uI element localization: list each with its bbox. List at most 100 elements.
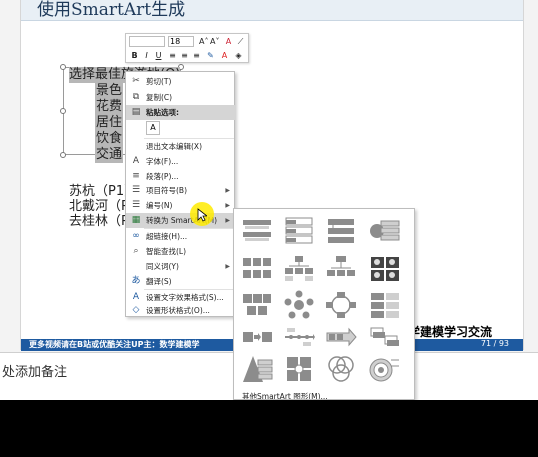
smartart-layout-hierarchy[interactable] xyxy=(282,253,314,283)
smartart-gallery: 其他SmartArt 图形(M)... xyxy=(233,208,415,400)
notes-placeholder[interactable]: 处添加备注 xyxy=(2,361,67,380)
underline-button[interactable]: U xyxy=(154,51,163,61)
smartart-layout-target-list[interactable] xyxy=(368,215,400,245)
shrink-font-button[interactable]: A˅ xyxy=(210,37,219,47)
paste-icon: ▤ xyxy=(131,107,141,117)
smartart-layout-process-arrows[interactable] xyxy=(324,321,357,351)
italic-button[interactable]: I xyxy=(142,51,151,61)
menu-item-translate[interactable]: あ 翻译(S) xyxy=(126,274,236,289)
menu-item-label: 退出文本编辑(X) xyxy=(146,142,202,151)
context-menu: ✂ 剪切(T) ⧉ 复制(C) ▤ 粘贴选项: A 退出文本编辑(X) A 字体… xyxy=(125,71,236,318)
slide-header-band: 使用SmartArt生成 xyxy=(21,0,523,21)
powerpoint-screen: 使用SmartArt生成 选择最佳旅游地(Q) 景色 花费 居住 饮食 交通 苏… xyxy=(0,0,538,400)
scissors-icon: ✂ xyxy=(132,76,140,86)
shape-format-icon: ◇ xyxy=(132,305,140,315)
menu-item-label: 粘贴选项: xyxy=(146,108,179,117)
align-left-icon[interactable]: ≡ xyxy=(168,51,177,61)
smartart-layout-stacked-list[interactable] xyxy=(368,289,400,319)
menu-item-label: 翻译(S) xyxy=(146,277,172,286)
clear-format-button[interactable]: A xyxy=(224,37,233,47)
menu-item-bullets[interactable]: ☰ 项目符号(B) ▶ xyxy=(126,183,236,198)
smartart-layout-basic-block[interactable] xyxy=(240,289,272,319)
slide-title: 使用SmartArt生成 xyxy=(37,0,186,20)
align-right-icon[interactable]: ≡ xyxy=(192,51,201,61)
menu-item-convert-smartart[interactable]: ▦ 转换为 SmartArt(M) ▶ xyxy=(126,213,236,228)
smartart-layout-timeline[interactable] xyxy=(282,321,315,351)
smartart-layout-matrix[interactable] xyxy=(282,353,314,383)
smartart-layout-basic-process[interactable] xyxy=(240,321,272,351)
cursor-arrow-icon xyxy=(197,208,207,222)
submenu-arrow-icon: ▶ xyxy=(225,187,230,194)
align-center-icon[interactable]: ≡ xyxy=(180,51,189,61)
more-smartart-graphics-link[interactable]: 其他SmartArt 图形(M)... xyxy=(242,391,328,399)
mini-toolbar: 18 A˄ A˅ A ⟋ B I U ≡ ≡ ≡ ✎ A ◈ xyxy=(125,33,249,63)
resize-handle[interactable] xyxy=(60,108,66,114)
menu-item-label: 复制(C) xyxy=(146,93,173,102)
format-painter-icon[interactable]: ⟋ xyxy=(236,37,245,47)
shape-style-icon[interactable]: ◈ xyxy=(234,51,243,61)
resize-handle[interactable] xyxy=(60,64,66,70)
smartart-layout-target[interactable] xyxy=(368,353,400,383)
smartart-layout-basic-cycle[interactable] xyxy=(324,289,356,319)
smartart-layout-org-chart[interactable] xyxy=(324,253,356,283)
submenu-arrow-icon: ▶ xyxy=(225,263,230,270)
menu-item-exit-text-edit[interactable]: 退出文本编辑(X) xyxy=(126,139,236,154)
menu-item-paragraph[interactable]: ≡ 段落(P)... xyxy=(126,169,236,184)
menu-item-numbering[interactable]: ☰ 编号(N) ▶ xyxy=(126,198,236,213)
menu-item-hyperlink[interactable]: ∞ 超链接(H)... xyxy=(126,229,236,244)
smartart-layout-pyramid-list[interactable] xyxy=(240,353,273,383)
submenu-arrow-icon: ▶ xyxy=(225,202,230,209)
list-item[interactable]: 交通 xyxy=(95,147,124,163)
smartart-layout-table-list[interactable] xyxy=(240,253,272,283)
font-color-button[interactable]: A xyxy=(220,51,229,61)
smartart-layout-vertical-bullet-list[interactable] xyxy=(240,215,272,245)
paragraph-icon: ≡ xyxy=(132,171,140,181)
bold-button[interactable]: B xyxy=(130,51,139,61)
menu-item-label: 字体(F)... xyxy=(146,157,179,166)
smartart-layout-accent-process[interactable] xyxy=(368,321,400,351)
footer-text: 更多视频请在B站或优酷关注UP主：数学建模学 xyxy=(29,340,200,349)
smartart-layout-venn[interactable] xyxy=(324,353,356,383)
list-item[interactable]: 饮食 xyxy=(95,131,124,147)
list-item[interactable]: 花费 xyxy=(95,99,124,115)
font-icon: A xyxy=(132,156,140,166)
menu-item-label: 剪切(T) xyxy=(146,77,172,86)
menu-item-label: 同义词(Y) xyxy=(146,262,179,271)
submenu-arrow-icon: ▶ xyxy=(225,217,230,224)
menu-item-paste-options: ▤ 粘贴选项: xyxy=(126,105,236,120)
menu-item-smart-lookup[interactable]: ⌕ 智能查找(L) xyxy=(126,244,236,259)
hyperlink-icon: ∞ xyxy=(132,231,140,241)
resize-handle[interactable] xyxy=(60,152,66,158)
copy-icon: ⧉ xyxy=(132,92,140,102)
smartart-layout-radial-cycle[interactable] xyxy=(282,289,314,319)
list-item[interactable]: 居住 xyxy=(95,115,124,131)
bullets-icon: ☰ xyxy=(131,185,141,195)
menu-item-synonyms[interactable]: 同义词(Y) ▶ xyxy=(126,259,236,274)
menu-item-label: 设置形状格式(O)... xyxy=(146,306,210,315)
smartart-layout-horizontal-bullet-list[interactable] xyxy=(324,215,356,245)
menu-item-label: 段落(P)... xyxy=(146,172,179,181)
numbering-icon: ☰ xyxy=(131,200,141,210)
body-text-line: 去桂林（P xyxy=(69,214,129,229)
font-name-box[interactable] xyxy=(129,36,165,47)
grow-font-button[interactable]: A˄ xyxy=(199,37,208,47)
paste-keep-text-icon[interactable]: A xyxy=(146,121,160,135)
smartart-icon: ▦ xyxy=(131,215,141,225)
translate-icon: あ xyxy=(131,276,141,286)
list-item[interactable]: 景色 xyxy=(95,83,124,99)
smartart-layout-vertical-box-list[interactable] xyxy=(282,215,314,245)
menu-item-label: 超链接(H)... xyxy=(146,232,188,241)
smart-lookup-icon: ⌕ xyxy=(133,246,139,256)
highlight-icon[interactable]: ✎ xyxy=(206,51,215,61)
font-size-box[interactable]: 18 xyxy=(168,36,194,47)
menu-item-label: 项目符号(B) xyxy=(146,186,187,195)
menu-item-label: 编号(N) xyxy=(146,201,173,210)
menu-item-font[interactable]: A 字体(F)... xyxy=(126,154,236,169)
menu-item-shape-format[interactable]: ◇ 设置形状格式(O)... xyxy=(126,303,236,318)
menu-item-copy[interactable]: ⧉ 复制(C) xyxy=(126,90,236,105)
menu-item-cut[interactable]: ✂ 剪切(T) xyxy=(126,74,236,89)
smartart-layout-picture-grid[interactable] xyxy=(368,253,400,283)
menu-item-label: 智能查找(L) xyxy=(146,247,187,256)
page-number: 71 / 93 xyxy=(480,339,509,348)
text-effects-icon: A xyxy=(132,292,140,302)
